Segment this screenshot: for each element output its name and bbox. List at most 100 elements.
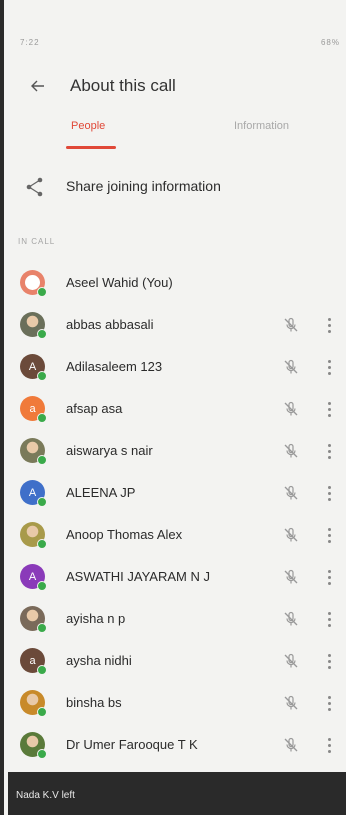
- avatar: [20, 312, 47, 339]
- arrow-back-icon: [31, 80, 44, 92]
- more-dot: [327, 443, 331, 447]
- avatar: [20, 690, 47, 717]
- back-button[interactable]: [24, 72, 52, 100]
- more-options-icon[interactable]: [322, 399, 336, 419]
- more-dot: [327, 533, 331, 537]
- avatar: [20, 270, 47, 297]
- share-icon: [26, 177, 43, 197]
- tab-information[interactable]: Information: [234, 120, 289, 132]
- mic-off-icon[interactable]: [282, 526, 300, 544]
- more-dot: [327, 497, 331, 501]
- mic-off-icon[interactable]: [282, 358, 300, 376]
- in-call-section-label: IN CALL: [18, 237, 56, 246]
- participant-row[interactable]: ayisha n p: [0, 598, 346, 640]
- share-label: Share joining information: [66, 178, 221, 194]
- more-dot: [327, 737, 331, 741]
- more-dot: [327, 569, 331, 573]
- more-dot: [327, 743, 331, 747]
- participant-name: abbas abbasali: [66, 317, 154, 332]
- snackbar-text: Nada K.V left: [16, 790, 75, 801]
- participant-row[interactable]: Anoop Thomas Alex: [0, 514, 346, 556]
- more-dot: [327, 455, 331, 459]
- mic-off-icon[interactable]: [282, 694, 300, 712]
- mic-off-icon[interactable]: [282, 400, 300, 418]
- more-dot: [327, 617, 331, 621]
- more-options-icon[interactable]: [322, 315, 336, 335]
- tab-bar: People Information: [0, 112, 346, 152]
- participant-name: binsha bs: [66, 695, 122, 710]
- active-tab-indicator: [66, 146, 116, 149]
- screen: 7:22 68% About this call People Informat…: [0, 0, 346, 815]
- online-status-dot: [37, 539, 47, 549]
- more-dot: [327, 611, 331, 615]
- online-status-dot: [37, 581, 47, 591]
- more-dot: [327, 707, 331, 711]
- avatar: [20, 522, 47, 549]
- tab-people[interactable]: People: [71, 120, 105, 132]
- avatar: [20, 438, 47, 465]
- status-battery: 68%: [320, 38, 340, 47]
- more-options-icon[interactable]: [322, 441, 336, 461]
- avatar: [20, 606, 47, 633]
- online-status-dot: [37, 329, 47, 339]
- online-status-dot: [37, 707, 47, 717]
- more-options-icon[interactable]: [322, 651, 336, 671]
- avatar: A: [20, 564, 47, 591]
- online-status-dot: [37, 371, 47, 381]
- more-dot: [327, 695, 331, 699]
- more-dot: [327, 317, 331, 321]
- online-status-dot: [37, 665, 47, 675]
- participant-row[interactable]: Aseel Wahid (You): [0, 262, 346, 304]
- participant-name: ASWATHI JAYARAM N J: [66, 569, 210, 584]
- more-dot: [327, 581, 331, 585]
- more-dot: [327, 323, 331, 327]
- participant-row[interactable]: A ALEENA JP: [0, 472, 346, 514]
- more-dot: [327, 749, 331, 753]
- participant-row[interactable]: Dr Umer Farooque T K: [0, 724, 346, 766]
- more-dot: [327, 359, 331, 363]
- participant-row[interactable]: aiswarya s nair: [0, 430, 346, 472]
- more-dot: [327, 413, 331, 417]
- more-dot: [327, 539, 331, 543]
- more-dot: [327, 329, 331, 333]
- more-dot: [327, 485, 331, 489]
- mic-off-icon[interactable]: [282, 568, 300, 586]
- more-dot: [327, 623, 331, 627]
- more-options-icon[interactable]: [322, 525, 336, 545]
- participant-name: ayisha n p: [66, 611, 126, 626]
- more-dot: [327, 401, 331, 405]
- participant-name: aiswarya s nair: [66, 443, 153, 458]
- avatar: A: [20, 480, 47, 507]
- more-dot: [327, 653, 331, 657]
- more-options-icon[interactable]: [322, 357, 336, 377]
- more-options-icon[interactable]: [322, 735, 336, 755]
- mic-off-icon[interactable]: [282, 442, 300, 460]
- participant-name: Anoop Thomas Alex: [66, 527, 183, 542]
- participant-row[interactable]: a afsap asa: [0, 388, 346, 430]
- page-title: About this call: [70, 76, 176, 95]
- more-options-icon[interactable]: [322, 483, 336, 503]
- participant-row[interactable]: a aysha nidhi: [0, 640, 346, 682]
- participant-name: afsap asa: [66, 401, 123, 416]
- mic-off-icon[interactable]: [282, 316, 300, 334]
- participant-row[interactable]: abbas abbasali: [0, 304, 346, 346]
- status-time: 7:22: [20, 38, 40, 47]
- mic-off-icon[interactable]: [282, 736, 300, 754]
- participant-row[interactable]: binsha bs: [0, 682, 346, 724]
- more-dot: [327, 407, 331, 411]
- header: About this call: [0, 70, 346, 104]
- mic-off-icon[interactable]: [282, 610, 300, 628]
- participant-name: Aseel Wahid (You): [66, 275, 173, 290]
- more-dot: [327, 665, 331, 669]
- more-dot: [327, 575, 331, 579]
- more-options-icon[interactable]: [322, 609, 336, 629]
- more-options-icon[interactable]: [322, 693, 336, 713]
- mic-off-icon[interactable]: [282, 652, 300, 670]
- participant-row[interactable]: A ASWATHI JAYARAM N J: [0, 556, 346, 598]
- participant-row[interactable]: A Adilasaleem 123: [0, 346, 346, 388]
- mic-off-icon[interactable]: [282, 484, 300, 502]
- more-options-icon[interactable]: [322, 567, 336, 587]
- share-joining-info-button[interactable]: Share joining information: [0, 170, 346, 204]
- participant-name: Dr Umer Farooque T K: [66, 737, 198, 752]
- more-dot: [327, 701, 331, 705]
